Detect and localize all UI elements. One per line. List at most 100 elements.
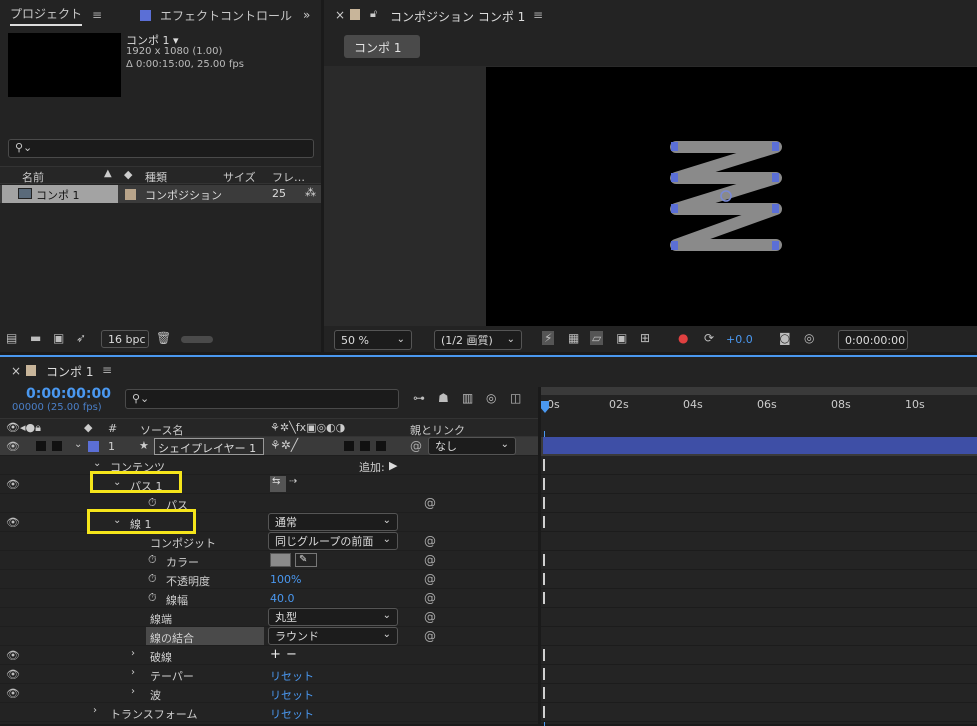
comp-canvas[interactable]	[486, 67, 977, 326]
col-frame[interactable]: フレ…	[272, 169, 305, 185]
timeline-tab[interactable]: コンポ 1	[46, 363, 93, 380]
taper-reset-link[interactable]: リセット	[270, 668, 314, 684]
menu-icon[interactable]: ≡	[533, 8, 543, 22]
line-join-row[interactable]: 線の結合 ラウンド ⌄ @	[0, 627, 538, 646]
path-row[interactable]: ⏱︎ パス @	[0, 494, 538, 513]
path-direction-icon[interactable]: ⇢	[289, 476, 297, 487]
switch-box[interactable]	[376, 441, 386, 451]
layer-duration-bar[interactable]	[543, 437, 977, 454]
new-comp-icon[interactable]: ▣	[53, 331, 64, 345]
exposure-value[interactable]: +0.0	[726, 333, 753, 346]
color-row[interactable]: ⏱︎ カラー ✎ @	[0, 551, 538, 570]
remove-dash-icon[interactable]: −	[286, 647, 297, 662]
pickwhip-icon[interactable]: @	[424, 496, 436, 510]
opacity-value[interactable]: 100%	[270, 573, 301, 586]
sort-up-icon[interactable]: ▲	[104, 168, 112, 179]
add-dash-icon[interactable]: +	[270, 647, 281, 662]
flowchart-icon[interactable]: ⁂	[305, 186, 316, 199]
label-icon[interactable]: ◆	[84, 421, 92, 434]
line-cap-dropdown[interactable]: 丸型 ⌄	[268, 608, 398, 626]
pickwhip-icon[interactable]: @	[424, 534, 436, 548]
lock-icon[interactable]: 🔓︎	[370, 7, 377, 21]
trash-icon[interactable]: 🗑	[156, 331, 171, 345]
project-search-input[interactable]: ⚲⌄	[8, 139, 314, 158]
color-management-icon[interactable]: ⟳	[704, 331, 714, 345]
dashes-row[interactable]: 👁︎ › 破線 + −	[0, 646, 538, 665]
wave-row[interactable]: 👁︎ › 波 リセット	[0, 684, 538, 703]
transform-row[interactable]: › トランスフォーム リセット	[0, 703, 538, 722]
chevron-down-icon[interactable]: ⌄	[74, 439, 82, 450]
switch-box[interactable]	[344, 441, 354, 451]
lock-checkbox[interactable]	[52, 441, 62, 451]
fast-previews-icon[interactable]: ⚡︎	[542, 331, 555, 345]
path1-row[interactable]: 👁︎ ⌄ パス 1 ⇆ ⇢	[0, 475, 538, 494]
mask-visibility-icon[interactable]: ▱	[590, 331, 604, 345]
stroke-width-row[interactable]: ⏱︎ 線幅 40.0 @	[0, 589, 538, 608]
layer-track[interactable]	[541, 437, 977, 456]
opacity-row[interactable]: ⏱︎ 不透明度 100% @	[0, 570, 538, 589]
composite-dropdown[interactable]: 同じグループの前面 ⌄	[268, 532, 398, 550]
comp-tab-button[interactable]: コンポ 1	[344, 35, 420, 58]
close-icon[interactable]: ×	[335, 8, 345, 22]
composition-flowchart-icon[interactable]: ⊶	[413, 391, 425, 405]
col-source-name[interactable]: ソース名	[140, 422, 183, 438]
frame-blending-icon[interactable]: ▥	[462, 391, 473, 405]
chevron-down-icon[interactable]: ⌄	[93, 458, 101, 469]
tab-effect-controls[interactable]: エフェクトコントロール	[140, 0, 292, 30]
path-direction-icon[interactable]: ⇆	[270, 476, 286, 492]
line-join-dropdown[interactable]: ラウンド ⌄	[268, 627, 398, 645]
eye-icon[interactable]: 👁︎	[6, 478, 20, 491]
playhead-handle[interactable]	[541, 401, 549, 413]
tab-project[interactable]: プロジェクト ≡	[10, 0, 102, 30]
channel-icon[interactable]: ●	[678, 331, 688, 345]
taper-row[interactable]: 👁︎ › テーパー リセット	[0, 665, 538, 684]
transparency-grid-icon[interactable]: ▦	[568, 331, 579, 345]
blend-mode-dropdown[interactable]: 通常 ⌄	[268, 513, 398, 531]
timecode-field[interactable]: 0:00:00:00	[838, 330, 908, 350]
close-icon[interactable]: ×	[11, 364, 21, 378]
stopwatch-icon[interactable]: ⏱︎	[148, 591, 157, 605]
zoom-dropdown[interactable]: 50 % ⌄	[334, 330, 412, 350]
eye-icon[interactable]: 👁︎	[6, 668, 20, 681]
stopwatch-icon[interactable]: ⏱︎	[148, 572, 157, 586]
contents-row[interactable]: ⌄ コンテンツ 追加: ▶	[0, 456, 538, 475]
wave-reset-link[interactable]: リセット	[270, 687, 314, 703]
eye-icon[interactable]: 👁︎	[6, 516, 20, 529]
menu-icon[interactable]: ≡	[92, 8, 102, 22]
stroke-color-swatch[interactable]	[270, 553, 291, 567]
shape-layer-zigzag[interactable]	[486, 67, 977, 326]
eye-icon[interactable]: 👁︎	[6, 440, 20, 453]
stopwatch-icon[interactable]: ⏱︎	[148, 553, 157, 567]
switch-box[interactable]	[360, 441, 370, 451]
project-item-row[interactable]: コンポ 1 コンポジション 25 ⁂	[0, 185, 321, 203]
eye-icon[interactable]: 👁︎	[6, 649, 20, 662]
stroke1-row[interactable]: 👁︎ ⌄ 線 1 通常 ⌄	[0, 513, 538, 532]
grid-guides-icon[interactable]: ⊞	[640, 331, 650, 345]
composite-row[interactable]: コンポジット 同じグループの前面 ⌄ @	[0, 532, 538, 551]
col-size[interactable]: サイズ	[223, 169, 256, 185]
parent-dropdown[interactable]: なし ⌄	[428, 437, 516, 455]
graph-editor-icon[interactable]: ◫	[510, 391, 521, 405]
resolution-dropdown[interactable]: (1/2 画質) ⌄	[434, 330, 522, 350]
menu-icon[interactable]: ≡	[102, 363, 112, 377]
snapshot-icon[interactable]: ◙	[779, 331, 791, 345]
transform-reset-link[interactable]: リセット	[270, 706, 314, 722]
motion-blur-icon[interactable]: ◎	[486, 391, 496, 405]
bpc-button[interactable]: 16 bpc	[101, 330, 149, 348]
chevron-right-icon[interactable]: ›	[131, 667, 135, 678]
time-ruler[interactable]: 0s 02s 04s 06s 08s 10s	[541, 387, 977, 437]
show-snapshot-icon[interactable]: ◎	[804, 331, 814, 345]
av-switches-icons[interactable]: 👁︎◂●🔒︎	[6, 421, 41, 435]
render-icon[interactable]: ➶	[76, 331, 86, 345]
pickwhip-icon[interactable]: @	[424, 572, 436, 586]
folder-icon[interactable]: ▬	[30, 331, 41, 345]
pickwhip-icon[interactable]: @	[424, 610, 436, 624]
label-color-swatch[interactable]	[88, 441, 99, 452]
interpret-footage-icon[interactable]: ▤	[6, 331, 17, 345]
current-time-display[interactable]: 0:00:00:00	[26, 386, 111, 402]
chevron-right-icon[interactable]: ›	[93, 705, 97, 716]
line-cap-row[interactable]: 線端 丸型 ⌄ @	[0, 608, 538, 627]
pickwhip-icon[interactable]: @	[424, 553, 436, 567]
eyedropper-icon[interactable]: ✎	[295, 553, 317, 567]
layer-switch-icons[interactable]: ⚘✲╱	[270, 438, 298, 452]
